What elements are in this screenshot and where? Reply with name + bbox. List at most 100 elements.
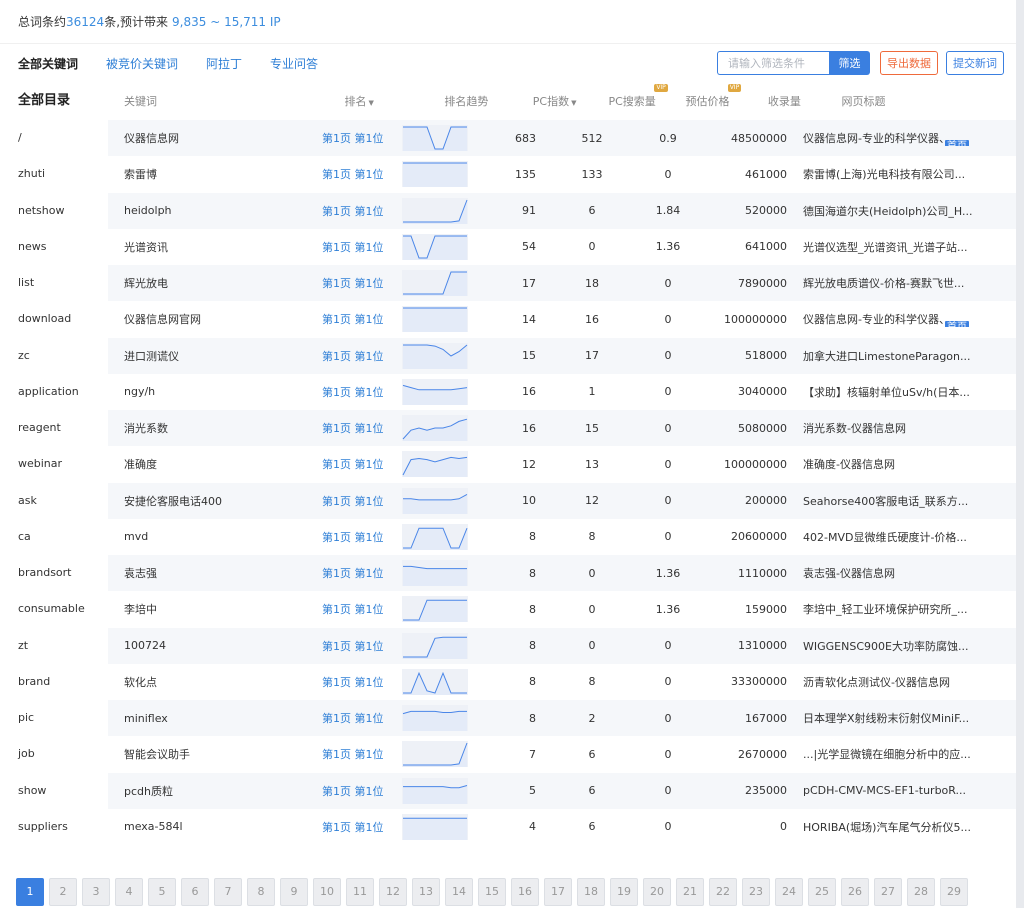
page-title-cell[interactable]: 消光系数-仪器信息网 (789, 420, 979, 436)
page-title-cell[interactable]: 袁志强-仪器信息网 (789, 565, 979, 581)
page-button[interactable]: 27 (874, 878, 902, 906)
page-button[interactable]: 15 (478, 878, 506, 906)
page-title-cell[interactable]: WIGGENSC900E大功率防腐蚀... (789, 638, 979, 654)
keyword-cell[interactable]: 智能会议助手 (108, 746, 304, 762)
sidebar-item[interactable]: ca (0, 519, 108, 555)
sidebar-item[interactable]: list (0, 265, 108, 301)
rank-link[interactable]: 第1页 第1位 (304, 311, 402, 327)
rank-link[interactable]: 第1页 第1位 (304, 384, 402, 400)
sidebar-item[interactable]: job (0, 736, 108, 772)
page-button[interactable]: 14 (445, 878, 473, 906)
sidebar-item[interactable]: zhuti (0, 156, 108, 192)
keyword-cell[interactable]: 仪器信息网 (108, 130, 304, 146)
page-button[interactable]: 20 (643, 878, 671, 906)
page-button[interactable]: 4 (115, 878, 143, 906)
rank-link[interactable]: 第1页 第1位 (304, 203, 402, 219)
keyword-cell[interactable]: 消光系数 (108, 420, 304, 436)
page-button[interactable]: 2 (49, 878, 77, 906)
page-title-cell[interactable]: 加拿大进口LimestoneParagon... (789, 348, 979, 364)
page-button[interactable]: 23 (742, 878, 770, 906)
page-title-cell[interactable]: pCDH-CMV-MCS-EF1-turboR... (789, 784, 979, 797)
keyword-cell[interactable]: ngy/h (108, 385, 304, 398)
rank-link[interactable]: 第1页 第1位 (304, 710, 402, 726)
page-button[interactable]: 18 (577, 878, 605, 906)
rank-link[interactable]: 第1页 第1位 (304, 166, 402, 182)
col-pc-index[interactable]: PC指数 ▼ (511, 93, 592, 109)
sidebar-item[interactable]: brand (0, 664, 108, 700)
page-title-cell[interactable]: 德国海道尔夫(Heidolph)公司_H... (789, 203, 979, 219)
keyword-cell[interactable]: 袁志强 (108, 565, 304, 581)
keyword-cell[interactable]: 准确度 (108, 456, 304, 472)
page-title-cell[interactable]: 李培中_轻工业环境保护研究所_... (789, 601, 979, 617)
rank-link[interactable]: 第1页 第1位 (304, 348, 402, 364)
keyword-cell[interactable]: 进口测谎仪 (108, 348, 304, 364)
page-title-cell[interactable]: 仪器信息网-专业的科学仪器、首页 (789, 130, 979, 147)
page-button[interactable]: 28 (907, 878, 935, 906)
page-button[interactable]: 22 (709, 878, 737, 906)
page-button[interactable]: 1 (16, 878, 44, 906)
sidebar-item[interactable]: show (0, 773, 108, 809)
keyword-cell[interactable]: miniflex (108, 712, 304, 725)
rank-link[interactable]: 第1页 第1位 (304, 493, 402, 509)
page-button[interactable]: 19 (610, 878, 638, 906)
export-data-button[interactable]: 导出数据 (880, 51, 938, 75)
keyword-cell[interactable]: 辉光放电 (108, 275, 304, 291)
keyword-cell[interactable]: 仪器信息网官网 (108, 311, 304, 327)
page-title-cell[interactable]: 沥青软化点测试仪-仪器信息网 (789, 674, 979, 690)
sidebar-item[interactable]: webinar (0, 446, 108, 482)
tab-bidding-keywords[interactable]: 被竞价关键词 (106, 55, 178, 72)
sidebar-item[interactable]: suppliers (0, 809, 108, 845)
sidebar-item[interactable]: download (0, 301, 108, 337)
keyword-cell[interactable]: 李培中 (108, 601, 304, 617)
sidebar-item[interactable]: zt (0, 628, 108, 664)
keyword-cell[interactable]: mexa-584l (108, 820, 304, 833)
page-title-cell[interactable]: 辉光放电质谱仪-价格-赛默飞世... (789, 275, 979, 291)
sidebar-item[interactable]: news (0, 229, 108, 265)
page-button[interactable]: 17 (544, 878, 572, 906)
sidebar-item[interactable]: netshow (0, 193, 108, 229)
keyword-cell[interactable]: heidolph (108, 204, 304, 217)
keyword-cell[interactable]: mvd (108, 530, 304, 543)
tab-all-keywords[interactable]: 全部关键词 (18, 55, 78, 72)
rank-link[interactable]: 第1页 第1位 (304, 601, 402, 617)
page-title-cell[interactable]: ...|光学显微镜在细胞分析中的应... (789, 746, 979, 762)
rank-link[interactable]: 第1页 第1位 (304, 420, 402, 436)
rank-link[interactable]: 第1页 第1位 (304, 783, 402, 799)
page-button[interactable]: 12 (379, 878, 407, 906)
sidebar-item[interactable]: consumable (0, 591, 108, 627)
page-button[interactable]: 6 (181, 878, 209, 906)
page-title-cell[interactable]: Seahorse400客服电话_联系方... (789, 493, 979, 509)
sidebar-item[interactable]: zc (0, 338, 108, 374)
rank-link[interactable]: 第1页 第1位 (304, 239, 402, 255)
rank-link[interactable]: 第1页 第1位 (304, 456, 402, 472)
sidebar-item[interactable]: application (0, 374, 108, 410)
page-button[interactable]: 5 (148, 878, 176, 906)
page-title-cell[interactable]: 光谱仪选型_光谱资讯_光谱子站... (789, 239, 979, 255)
page-button[interactable]: 16 (511, 878, 539, 906)
tab-qa[interactable]: 专业问答 (270, 55, 318, 72)
tab-aladdin[interactable]: 阿拉丁 (206, 55, 242, 72)
page-button[interactable]: 8 (247, 878, 275, 906)
sidebar-item[interactable]: pic (0, 700, 108, 736)
page-button[interactable]: 29 (940, 878, 968, 906)
page-title-cell[interactable]: 日本理学X射线粉末衍射仪MiniF... (789, 710, 979, 726)
keyword-cell[interactable]: 安捷伦客服电话400 (108, 493, 304, 509)
page-title-cell[interactable]: 仪器信息网-专业的科学仪器、首页 (789, 311, 979, 328)
page-title-cell[interactable]: 402-MVD显微维氏硬度计-价格... (789, 529, 979, 545)
submit-new-keyword-button[interactable]: 提交新词 (946, 51, 1004, 75)
keyword-cell[interactable]: pcdh质粒 (108, 783, 304, 799)
page-button[interactable]: 10 (313, 878, 341, 906)
sidebar-item[interactable]: / (0, 120, 108, 156)
rank-link[interactable]: 第1页 第1位 (304, 819, 402, 835)
rank-link[interactable]: 第1页 第1位 (304, 746, 402, 762)
sidebar-item[interactable]: brandsort (0, 555, 108, 591)
rank-link[interactable]: 第1页 第1位 (304, 275, 402, 291)
sidebar-item[interactable]: reagent (0, 410, 108, 446)
sidebar-title[interactable]: 全部目录 (0, 82, 108, 120)
page-button[interactable]: 9 (280, 878, 308, 906)
sidebar-item[interactable]: ask (0, 483, 108, 519)
page-button[interactable]: 21 (676, 878, 704, 906)
page-button[interactable]: 13 (412, 878, 440, 906)
keyword-cell[interactable]: 光谱资讯 (108, 239, 304, 255)
page-button[interactable]: 24 (775, 878, 803, 906)
